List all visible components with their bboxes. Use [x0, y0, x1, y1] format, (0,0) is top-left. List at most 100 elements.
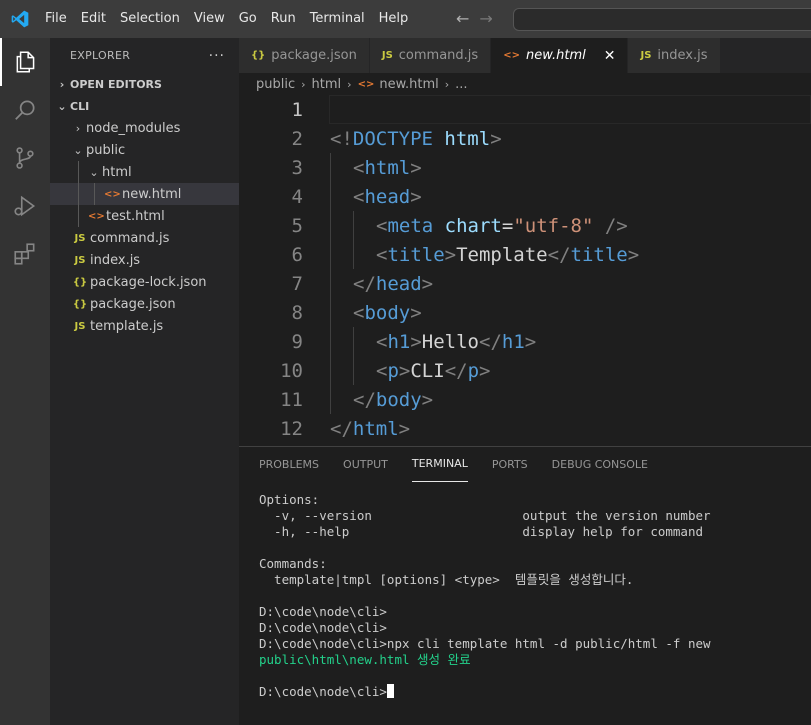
terminal-line: template|tmpl [options] <type> 템플릿을 생성합니… — [259, 572, 634, 587]
terminal-line: D:\code\node\cli> — [259, 684, 711, 700]
chevron-right-icon: › — [75, 121, 81, 135]
code-token: < — [376, 330, 388, 353]
forward-arrow-icon[interactable]: → — [479, 9, 492, 28]
code-token: < — [376, 359, 388, 382]
code-token: </ — [330, 417, 353, 440]
code-editor[interactable]: 1 2 <!DOCTYPE html> 3 <html> 4 <head> 5 <meta ch… — [239, 95, 811, 445]
breadcrumb-file[interactable]: new.html — [379, 77, 438, 92]
more-actions-icon[interactable]: ··· — [209, 48, 225, 64]
line-number: 7 — [291, 272, 303, 295]
indent-guide — [94, 183, 95, 205]
code-line: 7 </head> — [239, 269, 811, 298]
menu-go[interactable]: Go — [232, 0, 264, 38]
panel-tab-debug-console[interactable]: DEBUG CONSOLE — [552, 447, 648, 482]
code-text: <html> — [353, 157, 422, 179]
tab-index-js[interactable]: JS index.js — [628, 38, 721, 73]
close-icon[interactable]: ✕ — [604, 48, 616, 64]
line-number: 4 — [291, 185, 303, 208]
line-number: 6 — [291, 243, 303, 266]
open-editors-section[interactable]: › OPEN EDITORS — [50, 73, 239, 95]
tree-item-package-json[interactable]: {} package.json — [50, 293, 239, 315]
code-token: title — [570, 243, 628, 266]
tree-item-node-modules[interactable]: › node_modules — [50, 117, 239, 139]
line-number: 2 — [291, 127, 303, 150]
indent-guide — [78, 161, 79, 183]
indent-guide — [330, 153, 331, 182]
indent-guide — [330, 240, 331, 269]
tree-item-public[interactable]: ⌄ public — [50, 139, 239, 161]
panel-tab-problems[interactable]: PROBLEMS — [259, 447, 319, 482]
tree-item-label: html — [102, 164, 132, 180]
line-number: 3 — [291, 156, 303, 179]
workspace-root-cli[interactable]: ⌄ CLI — [50, 95, 239, 117]
menu-file[interactable]: File — [38, 0, 74, 38]
code-text: </body> — [353, 389, 433, 411]
code-token: </ — [353, 388, 376, 411]
run-debug-icon[interactable] — [0, 182, 50, 230]
tree-item-command-js[interactable]: JS command.js — [50, 227, 239, 249]
tree-item-label: node_modules — [86, 120, 181, 136]
code-text: <body> — [353, 302, 422, 324]
code-token: h1 — [501, 330, 525, 353]
command-center-search[interactable] — [513, 8, 811, 31]
json-file-icon: {} — [251, 50, 266, 61]
open-editors-label: OPEN EDITORS — [70, 77, 162, 91]
line-number: 10 — [280, 359, 303, 382]
extensions-icon[interactable] — [0, 230, 50, 278]
code-line: 10 <p>CLI</p> — [239, 356, 811, 385]
code-token: html — [364, 156, 411, 179]
tree-item-test-html[interactable]: <> test.html — [50, 205, 239, 227]
code-line: 6 <title>Template</title> — [239, 240, 811, 269]
code-token: body — [375, 388, 422, 411]
tree-item-package-lock-json[interactable]: {} package-lock.json — [50, 271, 239, 293]
source-control-icon[interactable] — [0, 134, 50, 182]
indent-guide — [330, 182, 331, 211]
breadcrumb: public › html › <> new.html › ... — [239, 73, 811, 95]
code-line: 4 <head> — [239, 182, 811, 211]
panel-tab-terminal[interactable]: TERMINAL — [411, 447, 468, 482]
menu-view[interactable]: View — [187, 0, 232, 38]
editor-tabs: {} package.json JS command.js <> new.html ✕ JS i… — [239, 38, 811, 73]
code-token: title — [387, 243, 445, 266]
menu-edit[interactable]: Edit — [74, 0, 113, 38]
json-file-icon: {} — [72, 276, 88, 288]
terminal-line: Options: — [259, 492, 320, 507]
code-line: 2 <!DOCTYPE html> — [239, 124, 811, 153]
menu-help[interactable]: Help — [372, 0, 416, 38]
breadcrumb-separator-icon: › — [347, 77, 352, 91]
panel-tab-ports[interactable]: PORTS — [492, 447, 528, 482]
code-token: > — [410, 301, 422, 324]
vscode-logo-icon[interactable] — [10, 9, 30, 29]
code-token: meta — [387, 214, 434, 237]
terminal-output[interactable]: Options: -v, --version output the versio… — [259, 492, 711, 700]
indent-guide — [353, 356, 354, 385]
line-number: 1 — [291, 98, 303, 121]
panel-tab-output[interactable]: OUTPUT — [343, 447, 388, 482]
terminal-line: -v, --version output the version number — [259, 508, 711, 523]
tree-item-index-js[interactable]: JS index.js — [50, 249, 239, 271]
tab-package-json[interactable]: {} package.json — [239, 38, 370, 73]
terminal-line: public\html\new.html 생성 완료 — [259, 652, 471, 667]
terminal-line: Commands: — [259, 556, 327, 571]
tab-command-js[interactable]: JS command.js — [369, 38, 492, 73]
breadcrumb-public[interactable]: public — [256, 77, 295, 92]
explorer-icon[interactable] — [0, 38, 50, 86]
menu-selection[interactable]: Selection — [113, 0, 187, 38]
back-arrow-icon[interactable]: ← — [456, 9, 469, 28]
menu-run[interactable]: Run — [264, 0, 303, 38]
code-token: chart — [444, 214, 502, 237]
code-line: 12 </html> — [239, 414, 811, 443]
tab-new-html[interactable]: <> new.html ✕ — [491, 38, 629, 73]
tree-item-html[interactable]: ⌄ html — [50, 161, 239, 183]
tree-item-new-html[interactable]: <> new.html — [50, 183, 239, 205]
search-icon[interactable] — [0, 86, 50, 134]
breadcrumb-html[interactable]: html — [312, 77, 342, 92]
menu-terminal[interactable]: Terminal — [303, 0, 372, 38]
code-token: > — [410, 330, 422, 353]
code-text: <!DOCTYPE html> — [330, 128, 502, 150]
tree-item-template-js[interactable]: JS template.js — [50, 315, 239, 337]
breadcrumb-symbols[interactable]: ... — [455, 77, 467, 92]
